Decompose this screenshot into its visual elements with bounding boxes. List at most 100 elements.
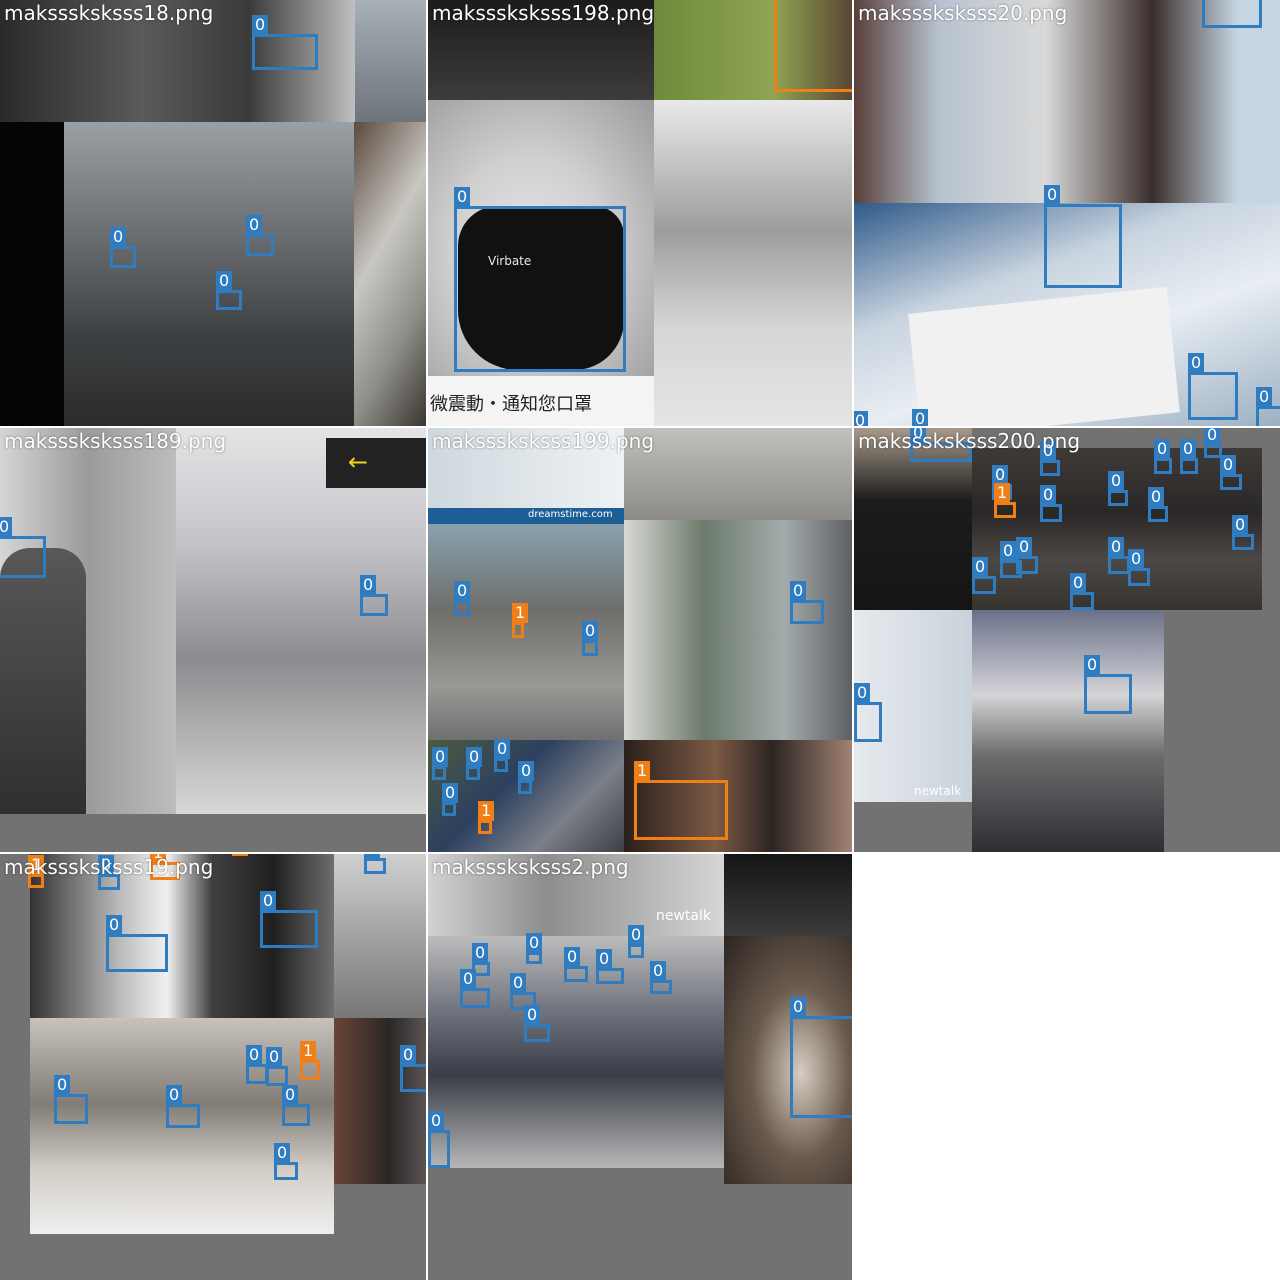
mask-box: 0 [1148,487,1168,522]
mask-box: 0 [1040,485,1062,522]
mask-box: 0 [790,997,852,1118]
photo [972,610,1164,852]
mask-box: 0 [260,891,318,948]
mask-box: 0 [432,747,449,780]
class-label: 0 [472,943,489,963]
class-label: 0 [526,933,543,953]
class-label: 0 [274,1143,291,1163]
class-label: 0 [596,949,613,969]
class-label: 0 [110,227,127,247]
class-label: 0 [1084,655,1101,675]
class-label: 0 [1180,439,1197,459]
mask-box: 0 [1256,387,1280,426]
mask-box: 0 [454,581,471,616]
photo [624,520,852,740]
class-label: 1 [478,801,495,821]
mask-box: 0 [400,1045,426,1092]
class-label: 0 [1220,455,1237,475]
class-label: 0 [1040,485,1057,505]
photo [64,122,354,426]
mask-box: 0 [360,575,388,616]
mask-box: 0 [266,1047,288,1086]
arrow-icon: ← [348,448,369,476]
class-label: 0 [564,947,581,967]
tile-5: dreamstime.com maksssksksss199.png 0 1 0… [428,428,852,852]
mask-box: 0 [454,187,626,372]
tile-title: maksssksksss199.png [432,429,655,453]
class-label: 0 [282,1085,299,1105]
class-label: 0 [460,969,477,989]
class-label: 0 [432,747,449,767]
mask-box: 0 [1016,537,1038,574]
photo [326,438,426,488]
class-label: 0 [790,997,807,1017]
mask-box: 0 [364,854,386,874]
class-label: 0 [1148,487,1165,507]
class-label: 0 [1128,549,1145,569]
mask-box: 0 [1108,471,1128,506]
no-mask-box: 1 [232,854,248,856]
no-mask-box: 1 [300,1041,320,1080]
watermark-text: newtalk [914,784,962,798]
tile-title: maksssksksss2.png [432,855,629,879]
mask-box: 0 [582,621,599,656]
class-label: 0 [854,411,869,426]
class-label: 0 [1070,573,1087,593]
mask-box: 0 [0,517,46,578]
tile-8: newtalk maksssksksss2.png 0 0 0 0 0 0 0 … [428,854,852,1280]
tile-title: maksssksksss198.png [432,1,655,25]
photo [354,122,426,426]
class-label: 1 [634,761,651,781]
no-mask-box: 1 [478,801,495,834]
class-label: 0 [0,517,13,537]
class-label: 0 [912,409,929,426]
tile-2: Virbate 微震動・通知您口罩 maksssksksss198.png 0 [428,0,852,426]
mask-box: 0 [282,1085,310,1126]
tile-title: maksssksksss200.png [858,429,1081,453]
photo [724,854,852,936]
mask-box: 0 [466,747,483,780]
tile-4: ← maksssksksss189.png 0 0 [0,428,426,852]
class-label: 1 [512,603,529,623]
tile-title: maksssksksss18.png [4,1,214,25]
watermark-text: dreamstime.com [528,509,613,520]
mask-box: 0 [1044,185,1122,288]
class-label: 0 [790,581,807,601]
class-label: 0 [246,1045,263,1065]
class-label: 0 [1154,439,1171,459]
mask-box: 0 [972,557,996,594]
no-mask-box: 1 [634,761,728,840]
no-mask-box [774,0,852,92]
empty-area [854,854,1280,1280]
mask-box: 0 [518,761,535,794]
photo [334,854,426,1018]
class-label: 1 [300,1041,317,1061]
class-label: 0 [1232,515,1249,535]
class-label: 0 [1000,541,1017,561]
photo [334,1018,426,1184]
mask-box: 0 [246,1045,268,1084]
class-label: 0 [510,973,527,993]
no-mask-box: 1 [994,483,1016,518]
watermark-text: newtalk [656,908,712,924]
class-label: 0 [524,1005,541,1025]
class-label: 0 [582,621,599,641]
mask-box: 0 [524,1005,550,1042]
mask-box: 0 [854,683,882,742]
mask-box: 0 [442,783,459,816]
photo [0,122,64,426]
class-label: 0 [106,915,123,935]
class-label: 0 [260,891,277,911]
no-mask-box: 1 [512,603,529,638]
class-label: 0 [518,761,535,781]
tile-1: maksssksksss18.png 0 0 0 0 [0,0,426,426]
class-label: 0 [400,1045,417,1065]
class-label: 0 [494,739,511,759]
mask-box: 0 [1232,515,1254,550]
class-label: 0 [650,961,667,981]
mask-box: 0 [1188,353,1238,420]
class-label: 0 [628,925,645,945]
class-label: 0 [1188,353,1205,373]
class-label: 0 [442,783,459,803]
mask-box: 0 [460,969,490,1008]
